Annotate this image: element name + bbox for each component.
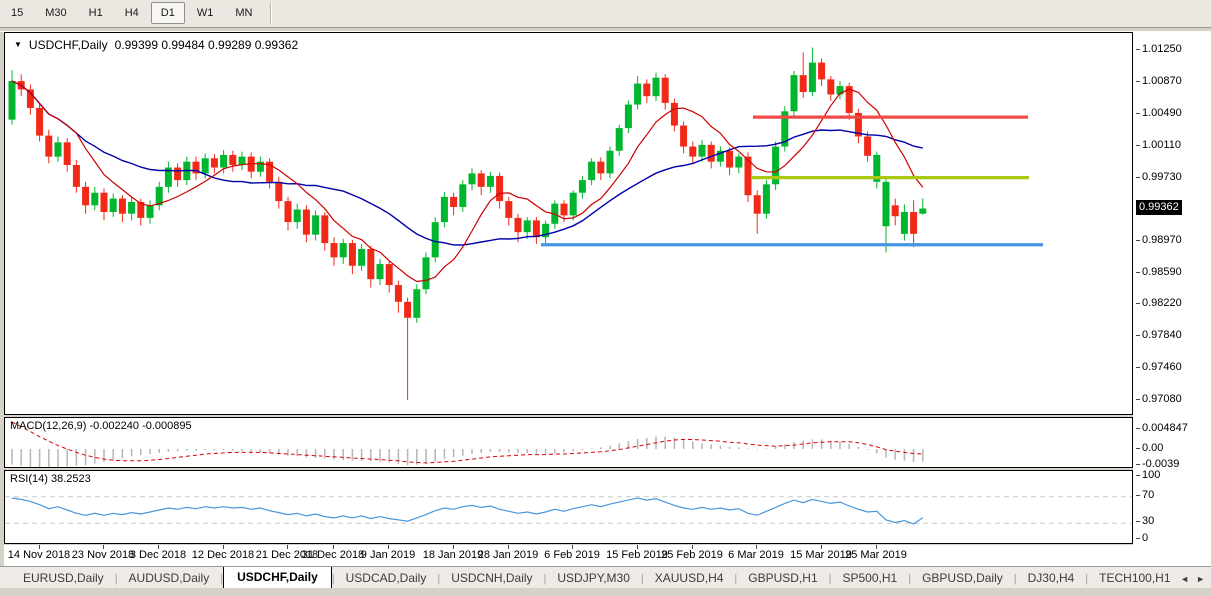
toolbar-separator <box>270 2 273 25</box>
price-axis[interactable]: 1.01250 1.00870 1.00490 1.00110 0.99730 0.989… <box>1133 31 1211 566</box>
rsi-title: RSI(14) 38.2523 <box>10 472 91 485</box>
rsi-chart[interactable] <box>5 471 1132 543</box>
rsi-axis-label: 0 <box>1135 531 1149 544</box>
chart-legend: ▼ USDCHF,Daily 0.99399 0.99484 0.99289 0… <box>14 38 298 52</box>
price-axis-label: 0.98970 <box>1136 233 1182 246</box>
price-axis-label: 0.97080 <box>1136 392 1182 405</box>
timeframe-d1[interactable]: D1 <box>150 2 185 25</box>
tab-scroll-controls: ◄ ► <box>1172 567 1211 589</box>
main-chart-panel[interactable]: ▼ USDCHF,Daily 0.99399 0.99484 0.99289 0… <box>4 31 1133 415</box>
ohlc-label: 0.99399 0.99484 0.99289 0.99362 <box>114 37 299 52</box>
timeframe-mn[interactable]: MN <box>225 2 262 24</box>
price-axis-label: 1.01250 <box>1136 42 1182 55</box>
tabs-scroll-right-icon[interactable]: ► <box>1196 574 1205 584</box>
ma-slow-line[interactable] <box>11 79 923 246</box>
charts-column: ▼ USDCHF,Daily 0.99399 0.99484 0.99289 0… <box>4 31 1133 566</box>
tab-eurusd[interactable]: EURUSD,Daily <box>12 568 115 588</box>
macd-axis-label: 0.004847 <box>1136 421 1188 434</box>
timeframe-w1[interactable]: W1 <box>187 2 224 24</box>
macd-panel[interactable]: MACD(12,26,9) -0.002240 -0.000895 <box>4 416 1133 468</box>
macd-axis-label: 0.00 <box>1135 441 1164 454</box>
price-axis-label: 0.97460 <box>1136 360 1182 373</box>
price-axis-label: 1.00870 <box>1136 74 1182 87</box>
tab-sp500[interactable]: SP500,H1 <box>832 568 909 588</box>
candles-layer <box>8 46 927 400</box>
tab-usdchf[interactable]: USDCHF,Daily <box>223 566 332 589</box>
rsi-axis-label: 100 <box>1135 468 1161 481</box>
tab-usdcnh[interactable]: USDCNH,Daily <box>440 568 543 588</box>
timeframe-h4[interactable]: H4 <box>115 2 149 24</box>
rsi-line <box>11 496 924 525</box>
timeframe-15[interactable]: 15 <box>1 2 33 24</box>
tab-xauusd[interactable]: XAUUSD,H4 <box>644 568 735 588</box>
price-axis-label: 0.98220 <box>1136 296 1182 309</box>
rsi-panel[interactable]: RSI(14) 38.2523 <box>4 469 1133 544</box>
timeframe-bar: 15 M30 H1 H4 D1 W1 MN <box>0 2 263 25</box>
current-price-badge: 0.99362 <box>1136 199 1182 215</box>
chart-tab-bar: EURUSD,Daily | AUDUSD,Daily | USDCHF,Daily | U… <box>0 565 1211 589</box>
tab-audusd[interactable]: AUDUSD,Daily <box>118 568 221 588</box>
date-label: 25 Mar 2019 <box>845 548 907 561</box>
price-axis-label: 0.97840 <box>1136 328 1182 341</box>
ma-fast-line[interactable] <box>11 80 924 282</box>
trading-app-window: 15 M30 H1 H4 D1 W1 MN ▼ USDCHF,Daily 0.99399 0… <box>0 0 1211 596</box>
price-axis-label: 0.98590 <box>1136 265 1182 278</box>
timeframe-h1[interactable]: H1 <box>79 2 113 24</box>
chart-workspace: ▼ USDCHF,Daily 0.99399 0.99484 0.99289 0… <box>0 31 1211 566</box>
timeframe-m30[interactable]: M30 <box>35 2 76 24</box>
macd-title: MACD(12,26,9) -0.002240 -0.000895 <box>10 419 192 432</box>
date-axis[interactable]: 14 Nov 2018 23 Nov 2018 3 Dec 2018 12 Dec 2… <box>4 544 1133 566</box>
rsi-axis-label: 70 <box>1135 488 1155 501</box>
symbol-label: USDCHF,Daily <box>28 37 108 52</box>
chevron-down-icon[interactable]: ▼ <box>14 40 22 49</box>
macd-histogram <box>11 436 924 467</box>
timeframe-toolbar: 15 M30 H1 H4 D1 W1 MN <box>0 0 1211 28</box>
bottom-strip <box>0 588 1211 596</box>
rsi-axis-label: 30 <box>1135 514 1155 527</box>
tab-usdcad[interactable]: USDCAD,Daily <box>335 568 438 588</box>
tab-tech100[interactable]: TECH100,H1 <box>1088 568 1181 588</box>
tab-usdjpy[interactable]: USDJPY,M30 <box>546 568 640 588</box>
candlestick-chart[interactable] <box>5 33 1132 414</box>
tabs-scroll-left-icon[interactable]: ◄ <box>1180 574 1189 584</box>
price-axis-label: 1.00110 <box>1136 138 1181 151</box>
tab-gbpusd[interactable]: GBPUSD,Daily <box>911 568 1014 588</box>
tab-dj30[interactable]: DJ30,H4 <box>1017 568 1086 588</box>
tab-gbpusd[interactable]: GBPUSD,H1 <box>737 568 828 588</box>
price-axis-label: 1.00490 <box>1136 106 1182 119</box>
price-axis-label: 0.99730 <box>1136 170 1182 183</box>
